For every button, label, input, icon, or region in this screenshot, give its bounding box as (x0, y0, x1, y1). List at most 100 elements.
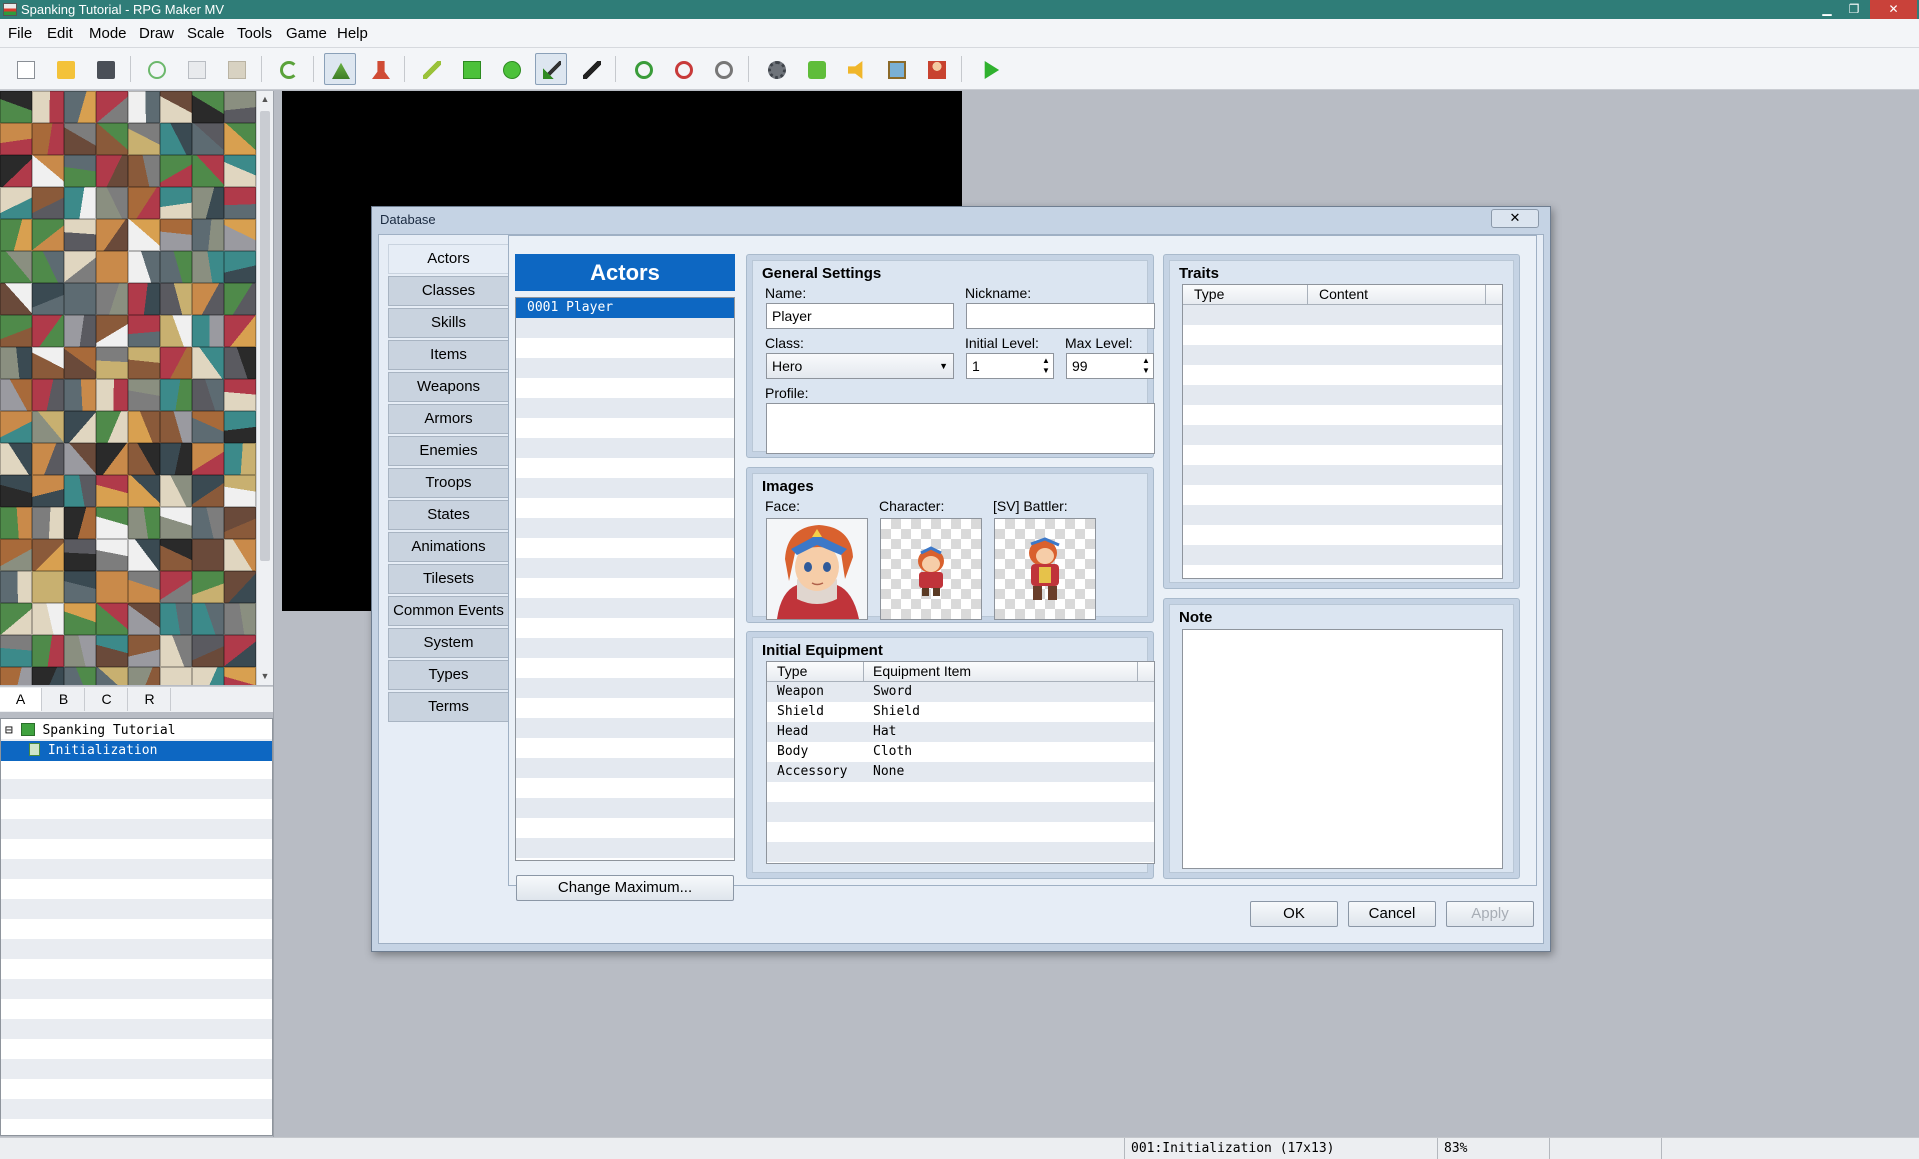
category-troops[interactable]: Troops (388, 468, 509, 498)
tree-project-row[interactable]: ⊟ Spanking Tutorial (1, 721, 272, 741)
tileset-tile[interactable] (0, 315, 32, 347)
tileset-tile[interactable] (0, 219, 32, 251)
tileset-tile[interactable] (128, 315, 160, 347)
tileset-tile[interactable] (32, 667, 64, 685)
tileset-tile[interactable] (160, 475, 192, 507)
tileset-tile[interactable] (32, 347, 64, 379)
tileset-tile[interactable] (96, 155, 128, 187)
cut-icon[interactable] (140, 53, 172, 85)
tileset-tile[interactable] (192, 411, 224, 443)
flood-fill-icon[interactable] (535, 53, 567, 85)
tileset-tile[interactable] (224, 443, 256, 475)
tileset-tile[interactable] (64, 603, 96, 635)
menu-edit[interactable]: Edit (47, 25, 73, 42)
tileset-tile[interactable] (32, 539, 64, 571)
tileset-tile[interactable] (224, 283, 256, 315)
tileset-tile[interactable] (224, 667, 256, 685)
tileset-tile[interactable] (128, 379, 160, 411)
tileset-tile[interactable] (32, 443, 64, 475)
database-icon[interactable] (760, 53, 792, 85)
zoom-out-icon[interactable] (667, 53, 699, 85)
tileset-tile[interactable] (160, 219, 192, 251)
tileset-tile[interactable] (64, 539, 96, 571)
menu-scale[interactable]: Scale (187, 25, 225, 42)
category-armors[interactable]: Armors (388, 404, 509, 434)
spin-down-icon[interactable]: ▼ (1141, 366, 1151, 375)
tileset-tile[interactable] (192, 667, 224, 685)
tileset-tile[interactable] (96, 443, 128, 475)
tileset-tile[interactable] (128, 347, 160, 379)
equipment-item-cell[interactable]: Hat (873, 722, 896, 742)
tileset-tile[interactable] (96, 187, 128, 219)
category-common-events[interactable]: Common Events (388, 596, 509, 626)
tileset-tile[interactable] (192, 283, 224, 315)
tileset-tile[interactable] (192, 507, 224, 539)
menu-help[interactable]: Help (337, 25, 368, 42)
minimize-button[interactable]: ▁ (1815, 0, 1839, 19)
tileset-tile[interactable] (128, 443, 160, 475)
tileset-tile[interactable] (32, 507, 64, 539)
sound-test-icon[interactable] (840, 53, 872, 85)
tileset-tile[interactable] (160, 539, 192, 571)
equipment-item-cell[interactable]: Sword (873, 682, 912, 702)
tileset-tile[interactable] (0, 635, 32, 667)
tileset-tile[interactable] (32, 315, 64, 347)
category-actors[interactable]: Actors (388, 244, 509, 274)
tileset-tile[interactable] (0, 187, 32, 219)
tileset-tile[interactable] (160, 443, 192, 475)
tileset-tile[interactable] (160, 155, 192, 187)
tileset-tile[interactable] (192, 635, 224, 667)
tileset-tile[interactable] (160, 91, 192, 123)
category-enemies[interactable]: Enemies (388, 436, 509, 466)
menu-file[interactable]: File (8, 25, 32, 42)
tileset-tile[interactable] (64, 283, 96, 315)
profile-textarea[interactable] (766, 403, 1155, 454)
tileset-tile[interactable] (32, 475, 64, 507)
tileset-tile[interactable] (64, 155, 96, 187)
nickname-input[interactable] (966, 303, 1155, 329)
tileset-tile[interactable] (96, 379, 128, 411)
tileset-tile[interactable] (192, 187, 224, 219)
apply-button[interactable]: Apply (1446, 901, 1534, 927)
equipment-item-cell[interactable]: None (873, 762, 904, 782)
tileset-tile[interactable] (32, 91, 64, 123)
tileset-tile[interactable] (192, 347, 224, 379)
tileset-tile[interactable] (64, 379, 96, 411)
tileset-tile[interactable] (64, 635, 96, 667)
tileset-tile[interactable] (64, 123, 96, 155)
actor-list-item[interactable]: 0001 Player (516, 298, 734, 318)
map-mode-icon[interactable] (324, 53, 356, 85)
tileset-tile[interactable] (192, 539, 224, 571)
menu-mode[interactable]: Mode (89, 25, 127, 42)
tileset-tile[interactable] (0, 443, 32, 475)
tileset-tile[interactable] (64, 507, 96, 539)
tileset-tile[interactable] (32, 411, 64, 443)
tileset-tile[interactable] (64, 91, 96, 123)
category-system[interactable]: System (388, 628, 509, 658)
tileset-tile[interactable] (224, 635, 256, 667)
tileset-tile[interactable] (160, 283, 192, 315)
tileset-tile[interactable] (128, 411, 160, 443)
tileset-tile[interactable] (64, 219, 96, 251)
tileset-tile[interactable] (224, 187, 256, 219)
character-image[interactable] (880, 518, 982, 620)
tileset-tile[interactable] (192, 571, 224, 603)
collapse-icon[interactable]: ⊟ (5, 723, 13, 738)
tileset-tile[interactable] (224, 411, 256, 443)
face-image[interactable] (766, 518, 868, 620)
tileset-tile[interactable] (160, 635, 192, 667)
tileset-tile[interactable] (160, 123, 192, 155)
tileset-tile[interactable] (224, 603, 256, 635)
tileset-tile[interactable] (160, 379, 192, 411)
plugin-manager-icon[interactable] (800, 53, 832, 85)
tileset-tile[interactable] (32, 571, 64, 603)
tileset-tile[interactable] (192, 91, 224, 123)
tileset-tile[interactable] (128, 507, 160, 539)
tileset-tile[interactable] (128, 475, 160, 507)
tileset-tile[interactable] (0, 155, 32, 187)
name-input[interactable]: Player (766, 303, 954, 329)
rectangle-icon[interactable] (455, 53, 487, 85)
tileset-tile[interactable] (128, 219, 160, 251)
spin-down-icon[interactable]: ▼ (1041, 366, 1051, 375)
maximize-button[interactable]: ❐ (1842, 0, 1866, 19)
